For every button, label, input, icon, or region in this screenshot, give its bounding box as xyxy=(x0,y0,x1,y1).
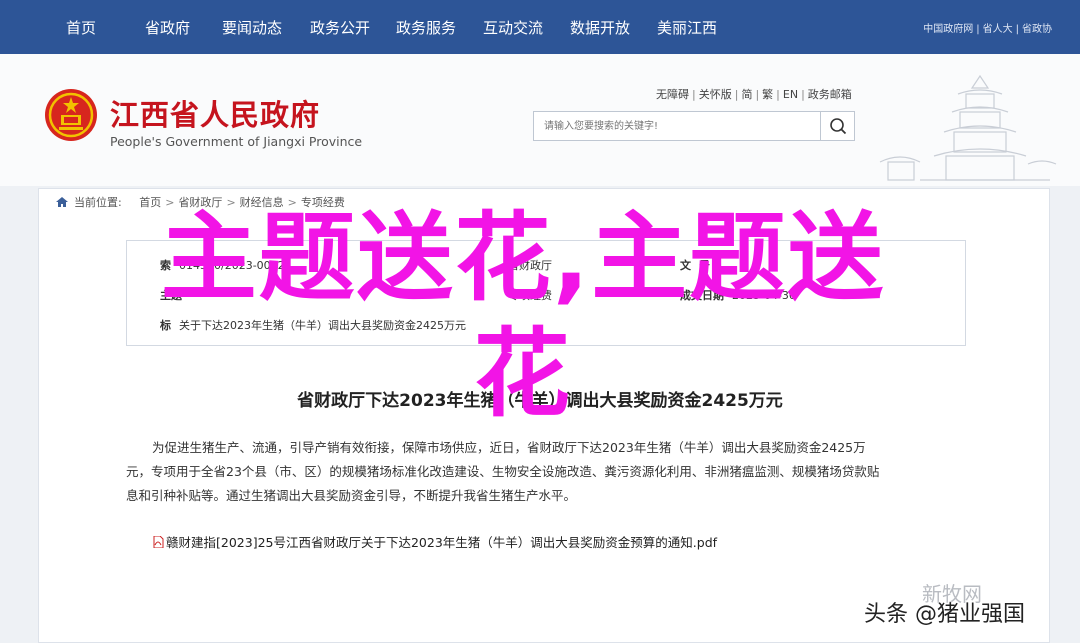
link-traditional[interactable]: 繁 xyxy=(762,88,773,101)
nav-item-open-data[interactable]: 数据开放 xyxy=(570,17,630,38)
link-accessibility[interactable]: 无障碍 xyxy=(656,88,689,101)
nav-item-news[interactable]: 要闻动态 xyxy=(222,17,282,38)
search-input[interactable] xyxy=(534,112,820,140)
national-emblem-icon xyxy=(45,89,97,141)
link-english[interactable]: EN xyxy=(783,88,798,101)
site-title[interactable]: 江西省人民政府 xyxy=(110,92,320,134)
nav-item-beautiful-jiangxi[interactable]: 美丽江西 xyxy=(657,17,717,38)
divider: | xyxy=(734,88,739,101)
attachment-link[interactable]: 赣财建指[2023]25号江西省财政厅关于下达2023年生猪（牛羊）调出大县奖励… xyxy=(152,532,717,551)
overlay-line: 花 xyxy=(474,318,572,430)
divider: | xyxy=(776,88,780,101)
divider: | xyxy=(755,88,760,101)
top-external-links: 中国政府网 | 省人大 | 省政协 xyxy=(923,20,1052,35)
link-gov-mailbox[interactable]: 政务邮箱 xyxy=(808,88,852,101)
link-care-version[interactable]: 关怀版 xyxy=(699,88,732,101)
overlay-caption: 主题送花,主题送 花 xyxy=(58,200,988,470)
divider: | xyxy=(1015,24,1019,35)
search-box xyxy=(533,111,855,141)
pavilion-decoration-icon xyxy=(879,74,1057,181)
nav-item-interaction[interactable]: 互动交流 xyxy=(483,17,543,38)
nav-item-home[interactable]: 首页 xyxy=(66,17,96,38)
watermark-main: 头条 @猪业强国 xyxy=(864,602,1025,627)
link-simplified[interactable]: 简 xyxy=(741,88,752,101)
pdf-icon xyxy=(153,536,164,548)
nav-item-public-affairs[interactable]: 政务公开 xyxy=(310,17,370,38)
article-line: 息和引种补贴等。通过生猪调出大县奖励资金引导，不断提升我省生猪生产水平。 xyxy=(126,488,577,503)
top-nav-bar: 首页 省政府 要闻动态 政务公开 政务服务 互动交流 数据开放 美丽江西 中国政… xyxy=(0,0,1080,54)
nav-item-government-services[interactable]: 政务服务 xyxy=(396,17,456,38)
site-subtitle: People's Government of Jiangxi Province xyxy=(110,134,363,149)
link-china-government[interactable]: 中国政府网 xyxy=(923,24,973,35)
overlay-line: 主题送花,主题送 xyxy=(160,202,886,314)
divider: | xyxy=(801,88,805,101)
link-provincial-congress[interactable]: 省人大 xyxy=(983,24,1013,35)
attachment-filename[interactable]: 赣财建指[2023]25号江西省财政厅关于下达2023年生猪（牛羊）调出大县奖励… xyxy=(166,535,717,550)
divider: | xyxy=(692,88,696,101)
search-icon xyxy=(830,118,847,135)
nav-item-provincial-government[interactable]: 省政府 xyxy=(145,17,190,38)
accessibility-links: 无障碍 | 关怀版 | 简 | 繁 | EN | 政务邮箱 xyxy=(656,86,852,102)
divider: | xyxy=(976,24,980,35)
search-button[interactable] xyxy=(820,112,854,140)
link-provincial-cppcc[interactable]: 省政协 xyxy=(1022,24,1052,35)
